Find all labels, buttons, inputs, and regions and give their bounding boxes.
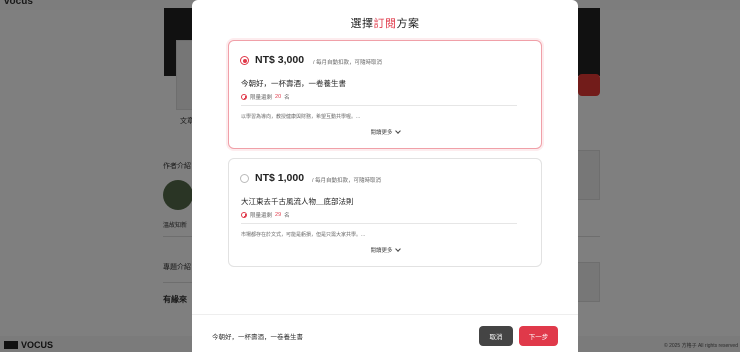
plan-price-note: / 每月自動扣款，可隨時取消 [312, 178, 382, 184]
limit-unit: 名 [284, 213, 290, 219]
cancel-button[interactable]: 取消 [479, 326, 513, 346]
plan-radio-selected[interactable] [240, 56, 249, 65]
subscription-plan-modal: 選擇訂閱方案 NT$ 3,000 / 每月自動扣款，可隨時取消 今朝好，一杯壽酒… [192, 0, 578, 352]
selected-plan-name: 今朝好，一杯壽酒，一卷養生書 [212, 334, 303, 341]
plan-description: 以學習為導向，教授健康與財務，希望互動共學喔。... [241, 114, 361, 120]
read-more-label: 閱讀更多 [370, 248, 393, 254]
plan-name: 今朝好，一杯壽酒，一卷養生書 [241, 79, 346, 88]
next-button[interactable]: 下一步 [519, 326, 558, 346]
title-suffix: 方案 [396, 18, 420, 30]
title-highlight: 訂閱 [373, 18, 397, 30]
clock-icon [241, 94, 247, 100]
plan-card-1000[interactable]: NT$ 1,000 / 每月自動扣款，可隨時取消 大江東去千古風流人物＿底部法則… [228, 158, 542, 267]
modal-footer: 今朝好，一杯壽酒，一卷養生書 取消 下一步 [192, 314, 578, 352]
plan-limit: 限量還剩 29 名 [241, 211, 290, 219]
plan-radio-unselected[interactable] [240, 174, 249, 183]
limit-unit: 名 [284, 95, 290, 101]
plan-name: 大江東去千古風流人物＿底部法則 [241, 197, 354, 206]
read-more-link[interactable]: 閱讀更多 [229, 128, 541, 136]
chevron-down-icon [394, 246, 401, 252]
plan-card-3000[interactable]: NT$ 3,000 / 每月自動扣款，可隨時取消 今朝好，一杯壽酒，一卷養生書 … [228, 40, 542, 149]
plan-price-note: / 每月自動扣款，可隨時取消 [313, 60, 383, 66]
read-more-label: 閱讀更多 [370, 130, 393, 136]
plan-divider [241, 105, 517, 106]
plan-limit: 限量還剩 20 名 [241, 93, 290, 101]
read-more-link[interactable]: 閱讀更多 [229, 246, 541, 254]
limit-count: 20 [275, 94, 282, 100]
plan-divider [241, 223, 517, 224]
chevron-down-icon [394, 128, 401, 134]
plan-price: NT$ 3,000 [255, 54, 305, 66]
limit-prefix: 限量還剩 [250, 213, 273, 219]
clock-icon [241, 212, 247, 218]
plan-price: NT$ 1,000 [255, 172, 305, 184]
limit-count: 29 [275, 212, 282, 218]
limit-prefix: 限量還剩 [250, 95, 273, 101]
modal-title: 選擇訂閱方案 [192, 15, 578, 31]
title-prefix: 選擇 [350, 18, 374, 30]
plan-description: 市場都存在於文式，可能是虧損，但是只需大家共學。... [241, 232, 366, 238]
